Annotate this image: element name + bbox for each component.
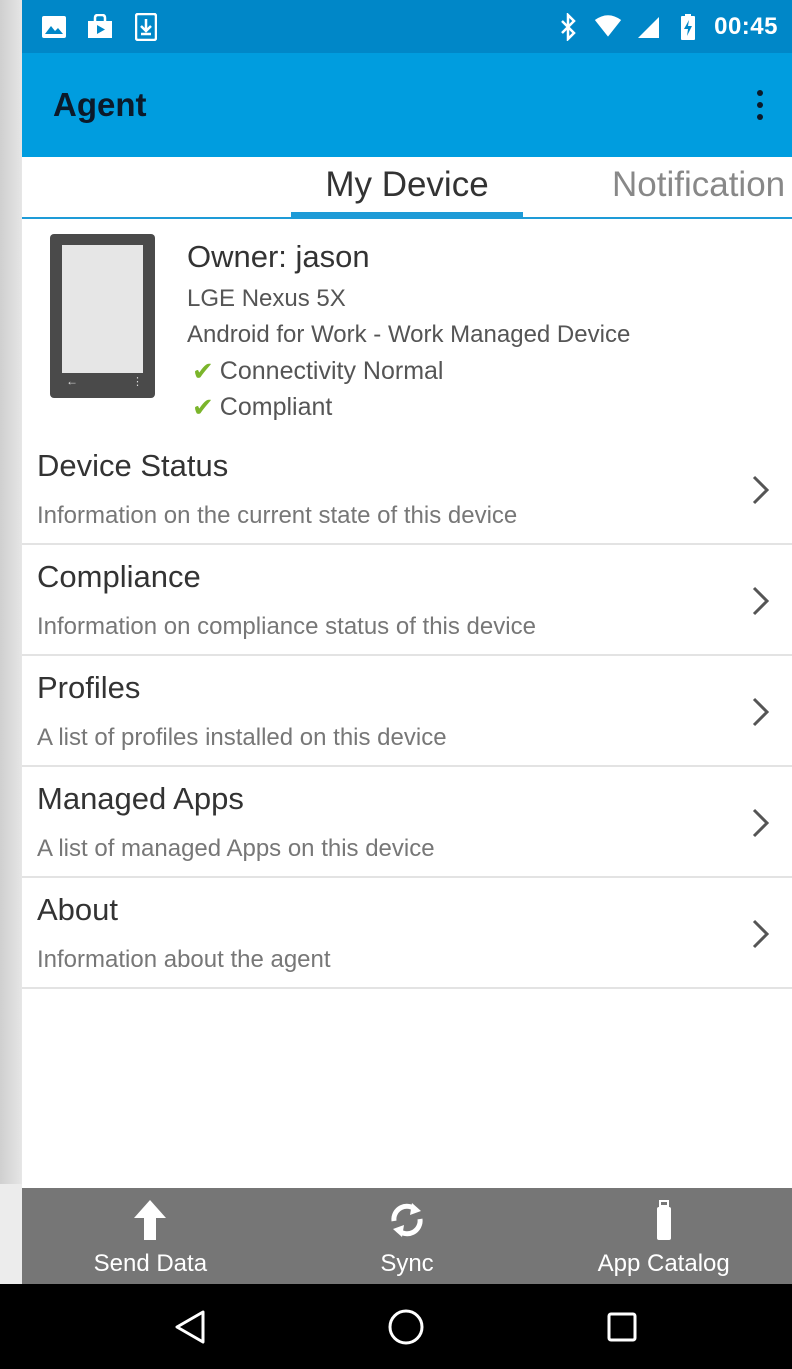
tab-bar: My Device Notification [22,157,792,219]
chevron-right-icon [752,919,770,949]
device-summary: ← ⋮ Owner: jason LGE Nexus 5X Android fo… [22,219,792,441]
menu-item-about[interactable]: About Information about the agent [22,878,792,989]
menu-item-title: Compliance [37,559,201,594]
back-icon[interactable] [165,1304,215,1350]
menu-item-managed-apps[interactable]: Managed Apps A list of managed Apps on t… [22,767,792,878]
checkmark-icon: ✔ [192,392,214,422]
wifi-icon [594,13,622,41]
sync-label: Sync [380,1250,434,1277]
chevron-right-icon [752,475,770,505]
menu-item-description: A list of profiles installed on this dev… [37,724,447,751]
app-catalog-label: App Catalog [597,1250,730,1277]
play-store-icon [86,13,114,41]
chevron-right-icon [752,697,770,727]
app-title: Agent [53,86,147,123]
download-icon [132,12,160,41]
menu-list: Device Status Information on the current… [22,434,792,989]
action-bar: Send Data Sync App Catalog [22,1188,792,1284]
tab-notification[interactable]: Notification [612,165,785,205]
app-catalog-icon [655,1198,673,1242]
compliance-label: Compliant [219,393,333,421]
menu-item-compliance[interactable]: Compliance Information on compliance sta… [22,545,792,656]
image-icon [40,13,68,41]
menu-item-profiles[interactable]: Profiles A list of profiles installed on… [22,656,792,767]
checkmark-icon: ✔ [192,356,214,386]
menu-item-description: Information on compliance status of this… [37,613,536,640]
home-icon[interactable] [381,1304,431,1350]
sync-button[interactable]: Sync [279,1188,536,1284]
app-bar: Agent [22,53,792,157]
overflow-menu-icon[interactable] [750,85,770,125]
battery-charging-icon [674,13,702,41]
device-phone-icon: ← ⋮ [50,234,155,398]
app-catalog-button[interactable]: App Catalog [535,1188,792,1284]
device-owner: Owner: jason [187,239,370,274]
menu-item-title: Managed Apps [37,781,244,816]
background-bottom [0,1184,22,1284]
menu-item-description: Information about the agent [37,946,331,973]
menu-item-title: Profiles [37,670,141,705]
chevron-right-icon [752,586,770,616]
device-model: LGE Nexus 5X [187,285,346,312]
device-management-type: Android for Work - Work Managed Device [187,321,631,348]
menu-item-description: Information on the current state of this… [37,502,518,529]
active-tab-indicator [291,212,523,217]
app-window: 00:45 Agent My Device Notification ← ⋮ O… [22,0,792,1284]
signal-icon [634,13,662,41]
send-data-label: Send Data [93,1250,208,1277]
recents-icon[interactable] [597,1304,647,1350]
bluetooth-icon [554,12,582,41]
background-shadow [0,0,22,1184]
sync-icon [388,1198,426,1242]
menu-item-description: A list of managed Apps on this device [37,835,435,862]
chevron-right-icon [752,808,770,838]
clock: 00:45 [714,12,778,40]
upload-arrow-icon [133,1198,167,1242]
connectivity-label: Connectivity Normal [219,357,444,385]
menu-item-title: Device Status [37,448,229,483]
connectivity-status: ✔ Connectivity Normal [192,356,443,387]
system-navigation-bar [0,1284,792,1369]
status-bar: 00:45 [22,0,792,53]
menu-item-device-status[interactable]: Device Status Information on the current… [22,434,792,545]
menu-item-title: About [37,892,119,927]
send-data-button[interactable]: Send Data [22,1188,279,1284]
compliance-status: ✔ Compliant [192,392,332,423]
tab-my-device[interactable]: My Device [291,165,523,205]
